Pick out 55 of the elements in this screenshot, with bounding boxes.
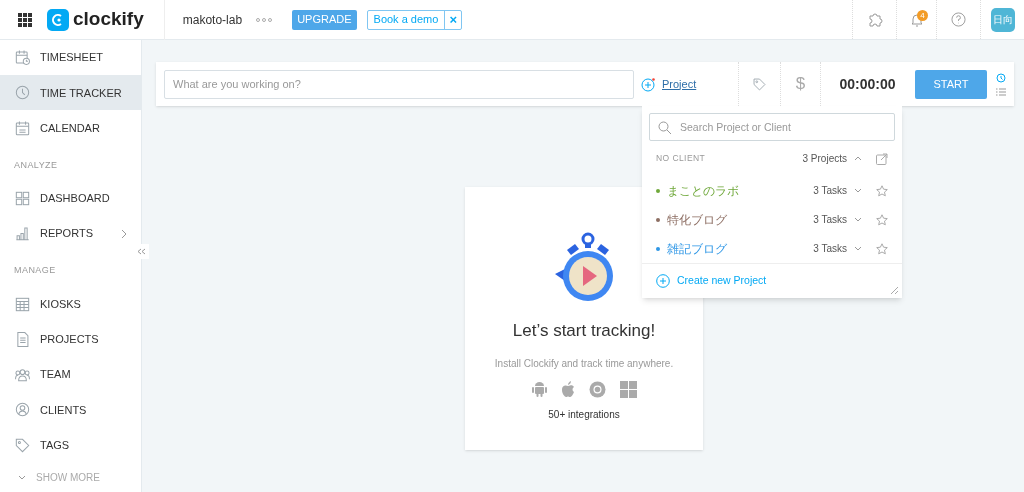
puzzle-icon[interactable]: [866, 11, 883, 28]
chevron-down-icon[interactable]: [854, 217, 862, 222]
chevron-down-icon[interactable]: [854, 246, 862, 251]
chrome-icon[interactable]: [588, 380, 606, 398]
user-circle-icon: [14, 401, 31, 419]
more-icon[interactable]: [256, 17, 273, 22]
bar-chart-icon: [14, 225, 31, 243]
logo-text: clockify: [73, 7, 144, 32]
group-label: NO CLIENT: [656, 152, 706, 165]
external-link-icon[interactable]: [876, 152, 888, 165]
empty-state-title: Let’s start tracking!: [512, 320, 656, 342]
document-icon: [14, 330, 31, 348]
sidebar-item[interactable]: TIME TRACKER: [0, 75, 141, 111]
stopwatch-illustration: [553, 232, 615, 304]
tag-icon: [14, 436, 31, 454]
project-count: 3 Projects: [802, 152, 847, 166]
plus-circle-icon: [656, 273, 670, 288]
add-project-icon[interactable]: [641, 76, 656, 92]
project-name[interactable]: 特化ブログ: [667, 210, 727, 229]
collapse-icon[interactable]: [137, 248, 146, 255]
task-count[interactable]: 3 Tasks: [813, 183, 847, 198]
clock-mode-icon[interactable]: [996, 72, 1006, 83]
section-label: MANAGE: [14, 264, 56, 278]
chevron-icon[interactable]: [854, 156, 862, 161]
chevron-down-icon: [18, 474, 26, 480]
help-icon[interactable]: [951, 12, 966, 27]
calendar-icon: [14, 119, 31, 137]
search-icon: [658, 121, 671, 134]
star-icon[interactable]: [876, 184, 888, 197]
star-icon[interactable]: [876, 242, 888, 255]
empty-state-subtitle: Install Clockify and track time anywhere.: [494, 356, 674, 371]
project-link[interactable]: Project: [662, 75, 697, 93]
android-icon[interactable]: [531, 381, 547, 397]
list-mode-icon[interactable]: [996, 87, 1006, 96]
people-icon: [14, 366, 31, 384]
task-count[interactable]: 3 Tasks: [813, 241, 847, 256]
calendar-clock-icon: [14, 49, 31, 67]
windows-icon[interactable]: [619, 380, 637, 398]
star-icon[interactable]: [876, 213, 888, 226]
clock-icon: [14, 84, 31, 102]
section-label: ANALYZE: [14, 158, 58, 172]
description-field[interactable]: What are you working on?: [164, 69, 634, 99]
search-field[interactable]: Search Project or Client: [649, 113, 895, 141]
grid-icon: [14, 190, 31, 207]
tag-icon[interactable]: [752, 76, 767, 92]
apple-icon[interactable]: [560, 381, 575, 397]
workspace-name[interactable]: makoto-lab: [182, 10, 243, 29]
task-count[interactable]: 3 Tasks: [813, 212, 847, 227]
resize-handle-icon[interactable]: [890, 286, 898, 294]
chevron-down-icon[interactable]: [854, 188, 862, 193]
logo-icon: [47, 8, 69, 31]
apps-grid-icon[interactable]: [18, 12, 32, 27]
notification-badge: 4: [917, 10, 928, 21]
integrations-link[interactable]: 50+ integrations: [548, 406, 620, 422]
table-grid-icon: [14, 295, 31, 313]
